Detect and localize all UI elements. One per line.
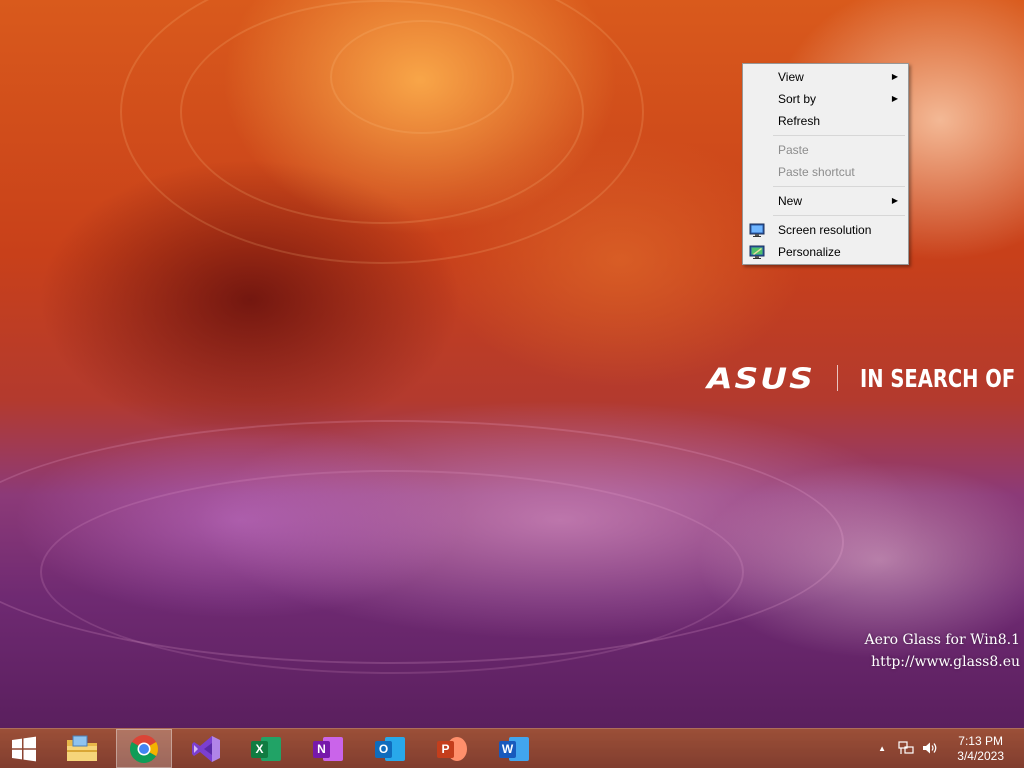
asus-brand-text: ASUS [707, 361, 815, 395]
menu-item-label: Personalize [778, 245, 841, 259]
volume-icon[interactable] [922, 741, 938, 755]
onenote-icon-letter: N [313, 740, 330, 758]
menu-item-label: View [778, 70, 804, 84]
watermark-url: http://www.glass8.eu [871, 654, 1020, 670]
network-icon[interactable] [898, 741, 914, 755]
word-icon-letter: W [499, 740, 516, 758]
excel-icon-letter: X [251, 740, 268, 758]
menu-item-screen-resolution[interactable]: Screen resolution [745, 219, 906, 241]
menu-item-label: New [778, 194, 803, 208]
logo-separator [836, 365, 838, 391]
outlook-icon: O [375, 735, 405, 763]
taskbar-app-file-explorer[interactable] [56, 729, 108, 768]
taskbar-app-word[interactable]: W [488, 729, 540, 768]
asus-slogan-text: IN SEARCH OF [859, 363, 1016, 393]
taskbar: X N O P W ▲ 7:13 PM 3/4/2023 [0, 728, 1024, 768]
desktop-context-menu: View ▶ Sort by ▶ Refresh Paste Paste sho… [742, 63, 909, 265]
menu-item-personalize[interactable]: Personalize [745, 241, 906, 263]
menu-item-label: Sort by [778, 92, 817, 106]
submenu-arrow-icon: ▶ [891, 72, 898, 81]
watermark-title: Aero Glass for Win8.1 [864, 632, 1020, 648]
taskbar-app-onenote[interactable]: N [302, 729, 354, 768]
powerpoint-icon-letter: P [437, 740, 454, 758]
menu-item-label: Screen resolution [778, 223, 872, 237]
taskbar-app-powerpoint[interactable]: P [426, 729, 478, 768]
outlook-icon-letter: O [375, 740, 392, 758]
powerpoint-icon: P [437, 735, 467, 763]
chrome-icon [130, 734, 158, 763]
submenu-arrow-icon: ▶ [891, 94, 898, 103]
excel-icon: X [251, 735, 281, 763]
start-button[interactable] [0, 729, 48, 768]
aero-glass-watermark: Aero Glass for Win8.1 http://www.glass8.… [865, 629, 1020, 673]
menu-separator [773, 186, 905, 187]
personalize-icon [749, 245, 765, 259]
menu-item-sort-by[interactable]: Sort by ▶ [745, 88, 906, 110]
visual-studio-icon [192, 735, 220, 762]
windows-logo-icon [12, 736, 36, 761]
folder-icon [67, 735, 97, 761]
menu-item-refresh[interactable]: Refresh [745, 110, 906, 132]
menu-item-paste[interactable]: Paste [745, 139, 906, 161]
submenu-arrow-icon: ▶ [891, 196, 898, 205]
show-hidden-icons-arrow[interactable]: ▲ [878, 744, 886, 753]
clock-date: 3/4/2023 [957, 749, 1004, 763]
menu-item-label: Paste shortcut [778, 165, 855, 179]
onenote-icon: N [313, 735, 343, 763]
wallpaper-rock-layer [40, 470, 744, 674]
asus-wallpaper-logo: ASUS IN SEARCH OF [707, 360, 1024, 396]
taskbar-app-visual-studio[interactable] [180, 729, 232, 768]
word-icon: W [499, 735, 529, 763]
menu-item-paste-shortcut[interactable]: Paste shortcut [745, 161, 906, 183]
taskbar-app-google-chrome[interactable] [116, 729, 172, 768]
menu-item-label: Refresh [778, 114, 821, 128]
menu-separator [773, 215, 905, 216]
menu-separator [773, 135, 905, 136]
taskbar-app-outlook[interactable]: O [364, 729, 416, 768]
wallpaper-rock-layer [330, 20, 514, 134]
clock-time: 7:13 PM [958, 734, 1003, 748]
menu-item-label: Paste [778, 143, 809, 157]
menu-item-view[interactable]: View ▶ [745, 66, 906, 88]
taskbar-app-excel[interactable]: X [240, 729, 292, 768]
notification-area: ▲ 7:13 PM 3/4/2023 [854, 729, 1024, 768]
menu-item-new[interactable]: New ▶ [745, 190, 906, 212]
display-icon [749, 223, 765, 237]
taskbar-clock[interactable]: 7:13 PM 3/4/2023 [957, 734, 1004, 764]
